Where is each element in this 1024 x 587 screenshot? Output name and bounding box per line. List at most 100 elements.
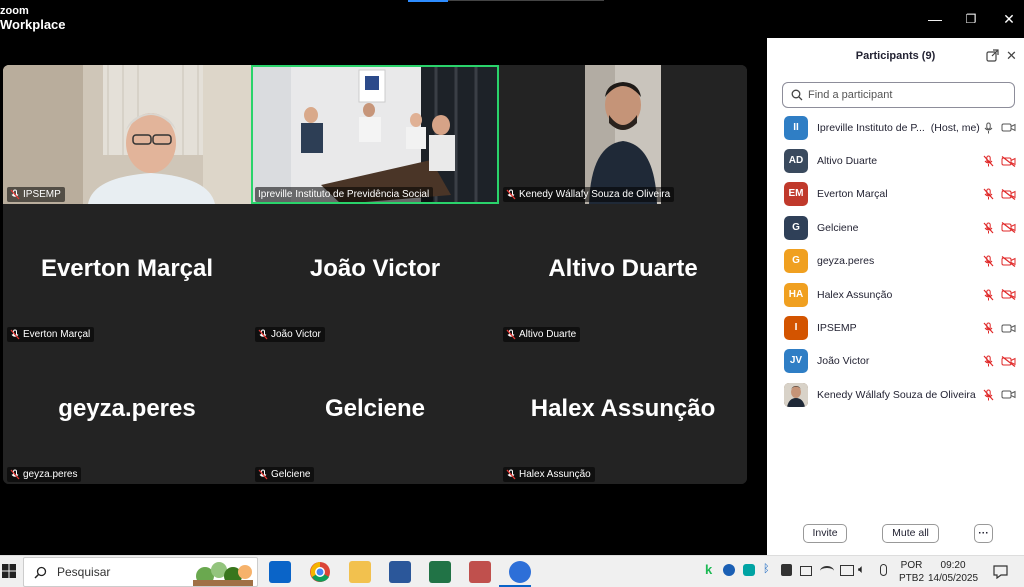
participant-row[interactable]: II Ipreville Instituto de P... (Host, me) [767,111,1024,144]
participant-row[interactable]: G Gelciene [767,211,1024,244]
participant-row[interactable]: AD Altivo Duarte [767,144,1024,177]
participant-row[interactable]: Kenedy Wállafy Souza de Oliveira [767,378,1024,411]
chrome-app-icon[interactable] [309,561,331,583]
tile-label: Halex Assunção [503,467,595,482]
participant-display-name: Altivo Duarte [548,255,698,282]
video-off-icon[interactable] [1001,255,1016,267]
participant-name-text: Everton Marçal [817,188,888,201]
mic-muted-icon[interactable] [983,389,994,401]
tray-k-app-icon[interactable]: k [705,562,712,577]
file-explorer-app-icon[interactable] [349,561,371,583]
avatar: AD [784,149,808,174]
clock-time: 09:20 [940,560,966,571]
video-off-icon[interactable] [1001,289,1016,301]
video-icon[interactable] [1001,122,1016,133]
participant-row[interactable]: I IPSEMP [767,311,1024,344]
language-indicator[interactable]: POR PTB2 [899,559,924,585]
restore-icon[interactable]: ❐ [961,9,981,29]
avatar [784,382,808,407]
mic-muted-icon[interactable] [983,188,994,200]
participant-list: II Ipreville Instituto de P... (Host, me) A… [767,111,1024,412]
participant-name: Everton Marçal [817,188,888,200]
video-off-icon[interactable] [1001,155,1016,167]
participant-row[interactable]: EM Everton Marçal [767,178,1024,211]
taskbar-search[interactable]: Pesquisar [23,557,258,587]
volume-icon[interactable]: 🔈︎ [858,562,865,577]
tray-app-icon[interactable] [743,564,755,576]
excel-app-icon[interactable] [429,561,451,583]
search-icon [791,89,803,101]
video-feed-kenedy [499,65,747,204]
powerpoint-app-icon[interactable] [469,561,491,583]
participant-status [983,122,1016,134]
network-icon[interactable] [840,565,854,576]
title-bar: zoom Workplace — ❐ ✕ [0,0,1024,38]
name-tile[interactable]: Everton Marçal Everton Marçal [3,205,251,344]
bluetooth-icon[interactable]: ᛒ [763,563,770,575]
notifications-icon[interactable] [993,564,1008,579]
participant-display-name: Halex Assunção [530,395,716,422]
zoom-app-icon[interactable] [509,561,531,583]
mic-muted-icon [506,469,516,480]
tile-label-text: geyza.peres [23,469,78,480]
participant-display-name: Gelciene [324,395,426,422]
video-icon[interactable] [1001,323,1016,334]
video-off-icon[interactable] [1001,222,1016,234]
pop-out-icon[interactable] [986,49,999,62]
name-tile[interactable]: João Victor João Victor [251,205,499,344]
participant-name-text: IPSEMP [817,322,857,335]
close-panel-icon[interactable]: ✕ [1006,48,1017,64]
tile-label-text: Altivo Duarte [519,329,577,340]
tray-app-icon[interactable] [800,566,812,576]
windows-start-icon[interactable] [2,564,16,578]
video-tile-active[interactable]: Ipreville Instituto de Previdência Socia… [251,65,499,204]
search-icon [34,566,47,579]
name-tile[interactable]: geyza.peres geyza.peres [3,345,251,484]
participants-panel: Participants (9) ✕ IIIpreville Instituto… [767,38,1024,555]
video-icon[interactable] [1001,389,1016,400]
close-icon[interactable]: ✕ [999,9,1019,29]
tile-label: Gelciene [255,467,315,482]
microphone-icon[interactable] [880,564,887,576]
security-shield-icon[interactable] [781,564,792,576]
participant-status [983,222,1016,234]
name-tile[interactable]: Altivo Duarte Altivo Duarte [499,205,747,344]
mic-muted-icon[interactable] [983,355,994,367]
mic-muted-icon [258,469,268,480]
participant-status [983,255,1016,267]
video-tile[interactable]: IPSEMP [3,65,251,204]
top-indicator [408,0,448,2]
participant-name-text: Ipreville Instituto de P... [817,121,925,134]
mute-all-button[interactable]: Mute all [882,524,939,543]
outlook-app-icon[interactable] [269,561,291,583]
mic-muted-icon[interactable] [983,155,994,167]
name-tile[interactable]: Halex Assunção Halex Assunção [499,345,747,484]
invite-button[interactable]: Invite [803,524,847,543]
tray-app-icon[interactable] [723,564,735,576]
minimize-icon[interactable]: — [925,9,945,29]
system-clock[interactable]: 09:20 14/05/2025 [928,559,978,585]
mic-icon[interactable] [983,122,994,134]
cloud-icon[interactable] [820,566,834,576]
video-off-icon[interactable] [1001,355,1016,367]
mic-muted-icon[interactable] [983,322,994,334]
search-input[interactable] [808,89,1008,101]
name-tile[interactable]: Gelciene Gelciene [251,345,499,484]
participant-row[interactable]: HA Halex Assunção [767,278,1024,311]
word-app-icon[interactable] [389,561,411,583]
video-off-icon[interactable] [1001,188,1016,200]
mic-muted-icon[interactable] [983,289,994,301]
mic-muted-icon[interactable] [983,255,994,267]
participant-row[interactable]: JV João Victor [767,345,1024,378]
participant-row[interactable]: Ggeyza.peres [767,245,1024,278]
more-options-button[interactable]: ··· [974,524,993,543]
participant-status [983,389,1016,401]
participant-name: João Victor [817,355,869,367]
mic-muted-icon[interactable] [983,222,994,234]
mic-muted-icon [258,329,268,340]
participant-status [983,355,1016,367]
search-highlight-illustration-icon [193,562,253,586]
video-tile[interactable]: Kenedy Wállafy Souza de Oliveira [499,65,747,204]
participant-search[interactable] [782,82,1015,108]
keyboard-layout: PTB2 [899,573,925,584]
